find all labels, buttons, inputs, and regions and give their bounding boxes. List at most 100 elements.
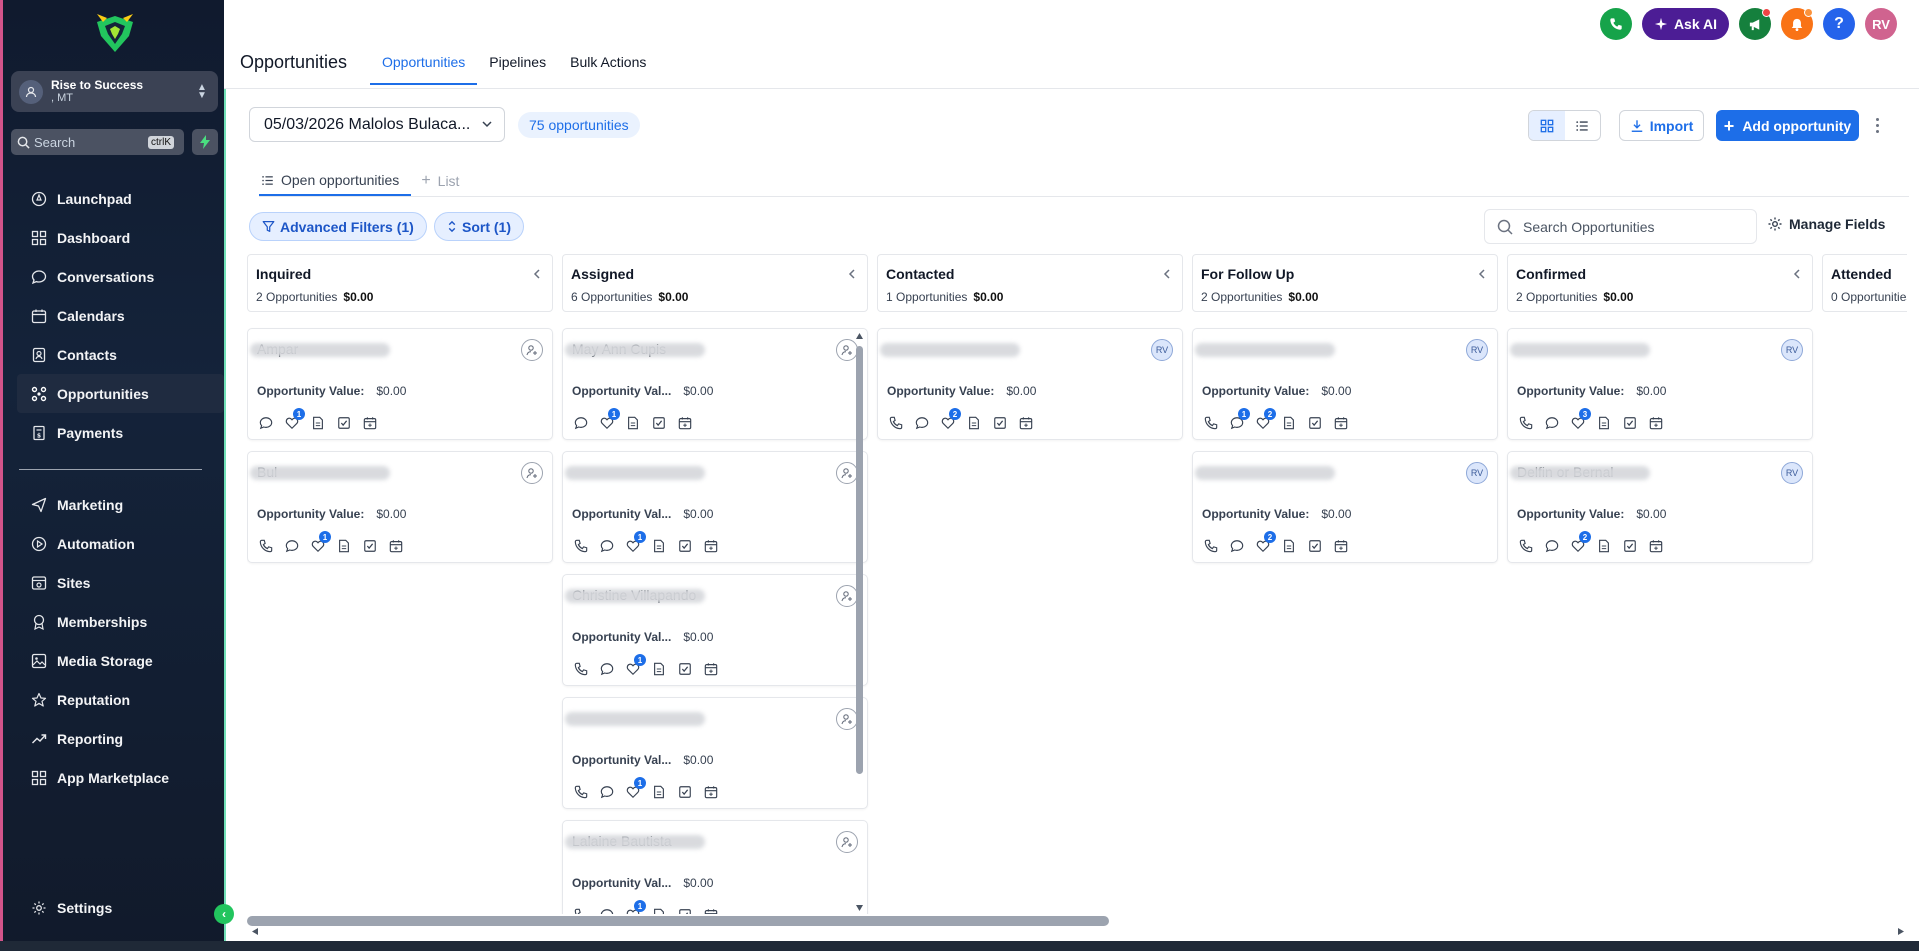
subtab-open-opportunities[interactable]: Open opportunities bbox=[259, 166, 412, 196]
document-icon[interactable] bbox=[650, 906, 668, 914]
chat-icon[interactable] bbox=[598, 660, 616, 678]
opportunity-search-input[interactable] bbox=[1523, 218, 1743, 235]
chevron-left-icon[interactable] bbox=[1477, 268, 1487, 280]
chat-icon[interactable] bbox=[913, 414, 931, 432]
heart-icon[interactable]: 1 bbox=[624, 531, 646, 555]
chat-icon[interactable] bbox=[257, 414, 275, 432]
owner-avatar[interactable]: RV bbox=[1781, 462, 1803, 484]
heart-icon[interactable]: 1 bbox=[624, 654, 646, 678]
quick-action-button[interactable] bbox=[192, 129, 218, 155]
advanced-filters-button[interactable]: Advanced Filters (1) bbox=[249, 212, 427, 241]
task-icon[interactable] bbox=[676, 783, 694, 801]
document-icon[interactable] bbox=[1595, 537, 1613, 555]
chat-icon[interactable] bbox=[598, 906, 616, 914]
account-switcher[interactable]: Rise to Success , MT ▲ ▼ bbox=[11, 71, 218, 112]
document-icon[interactable] bbox=[650, 537, 668, 555]
task-icon[interactable] bbox=[1621, 537, 1639, 555]
sidebar-item-launchpad[interactable]: Launchpad bbox=[17, 179, 224, 218]
task-icon[interactable] bbox=[676, 537, 694, 555]
opportunity-card[interactable]: RV Opportunity Value: $0.00 1 2 bbox=[1192, 328, 1498, 440]
tab-opportunities[interactable]: Opportunities bbox=[370, 44, 478, 85]
board-view-button[interactable] bbox=[1529, 111, 1565, 140]
sidebar-item-reputation[interactable]: Reputation bbox=[17, 680, 224, 719]
phone-icon[interactable] bbox=[1202, 537, 1220, 555]
assign-owner-button[interactable] bbox=[521, 339, 543, 361]
import-button[interactable]: Import bbox=[1619, 110, 1704, 141]
owner-avatar[interactable]: RV bbox=[1466, 339, 1488, 361]
opportunity-search[interactable] bbox=[1484, 209, 1757, 244]
calendar-add-icon[interactable] bbox=[361, 414, 379, 432]
sidebar-item-sites[interactable]: Sites bbox=[17, 563, 224, 602]
opportunity-card[interactable]: RV Opportunity Value: $0.00 3 bbox=[1507, 328, 1813, 440]
column-scrollbar-thumb[interactable] bbox=[856, 346, 863, 774]
calendar-add-icon[interactable] bbox=[702, 537, 720, 555]
task-icon[interactable] bbox=[650, 414, 668, 432]
document-icon[interactable] bbox=[309, 414, 327, 432]
opportunity-card[interactable]: Lalaine BautistaOpportunity Val...$0.001 bbox=[562, 820, 868, 914]
heart-icon[interactable]: 1 bbox=[283, 408, 305, 432]
task-icon[interactable] bbox=[361, 537, 379, 555]
heart-icon[interactable]: 1 bbox=[309, 531, 331, 555]
chat-icon[interactable] bbox=[598, 537, 616, 555]
document-icon[interactable] bbox=[650, 783, 668, 801]
calendar-add-icon[interactable] bbox=[1332, 537, 1350, 555]
owner-avatar[interactable]: RV bbox=[1781, 339, 1803, 361]
opportunity-card[interactable]: AmparOpportunity Value:$0.001 bbox=[247, 328, 553, 440]
opportunity-card[interactable]: Christine VillapandoOpportunity Val...$0… bbox=[562, 574, 868, 686]
heart-icon[interactable]: 1 bbox=[598, 408, 620, 432]
heart-icon[interactable]: 2 bbox=[1254, 408, 1276, 432]
phone-button[interactable] bbox=[1599, 8, 1632, 40]
chevron-left-icon[interactable] bbox=[532, 268, 542, 280]
user-avatar[interactable]: RV bbox=[1865, 8, 1897, 40]
sidebar-item-media-storage[interactable]: Media Storage bbox=[17, 641, 224, 680]
phone-icon[interactable] bbox=[572, 660, 590, 678]
assign-owner-button[interactable] bbox=[521, 462, 543, 484]
calendar-add-icon[interactable] bbox=[702, 783, 720, 801]
sidebar-item-automation[interactable]: Automation bbox=[17, 524, 224, 563]
pipeline-select[interactable]: 05/03/2026 Malolos Bulaca... bbox=[249, 107, 505, 142]
sidebar-item-calendars[interactable]: Calendars bbox=[17, 296, 224, 335]
chat-icon[interactable] bbox=[572, 414, 590, 432]
tab-pipelines[interactable]: Pipelines bbox=[477, 44, 558, 85]
sort-button[interactable]: Sort (1) bbox=[434, 212, 524, 241]
column-scrollbar[interactable] bbox=[855, 330, 864, 912]
chat-icon[interactable] bbox=[1543, 414, 1561, 432]
opportunity-card[interactable]: May Ann CupisOpportunity Val...$0.001 bbox=[562, 328, 868, 440]
chat-icon[interactable] bbox=[1228, 537, 1246, 555]
heart-icon[interactable]: 2 bbox=[1569, 531, 1591, 555]
task-icon[interactable] bbox=[1306, 537, 1324, 555]
owner-avatar[interactable]: RV bbox=[1466, 462, 1488, 484]
chevron-left-icon[interactable] bbox=[1792, 268, 1802, 280]
calendar-add-icon[interactable] bbox=[1017, 414, 1035, 432]
sidebar-search[interactable]: ctrlK bbox=[11, 129, 184, 155]
document-icon[interactable] bbox=[965, 414, 983, 432]
calendar-add-icon[interactable] bbox=[702, 906, 720, 914]
task-icon[interactable] bbox=[991, 414, 1009, 432]
help-button[interactable]: ? bbox=[1823, 8, 1855, 40]
sidebar-item-memberships[interactable]: Memberships bbox=[17, 602, 224, 641]
heart-icon[interactable]: 2 bbox=[1254, 531, 1276, 555]
phone-icon[interactable] bbox=[572, 537, 590, 555]
phone-icon[interactable] bbox=[257, 537, 275, 555]
document-icon[interactable] bbox=[650, 660, 668, 678]
document-icon[interactable] bbox=[335, 537, 353, 555]
phone-icon[interactable] bbox=[887, 414, 905, 432]
document-icon[interactable] bbox=[1280, 414, 1298, 432]
sidebar-item-opportunities[interactable]: Opportunities bbox=[17, 374, 224, 413]
task-icon[interactable] bbox=[335, 414, 353, 432]
manage-fields-button[interactable]: Manage Fields bbox=[1767, 216, 1885, 232]
notifications-button[interactable] bbox=[1781, 8, 1813, 40]
document-icon[interactable] bbox=[624, 414, 642, 432]
sidebar-item-dashboard[interactable]: Dashboard bbox=[17, 218, 224, 257]
phone-icon[interactable] bbox=[1202, 414, 1220, 432]
task-icon[interactable] bbox=[1306, 414, 1324, 432]
board-scrollbar[interactable] bbox=[247, 914, 1907, 936]
document-icon[interactable] bbox=[1595, 414, 1613, 432]
chevron-left-icon[interactable] bbox=[1162, 268, 1172, 280]
heart-icon[interactable]: 3 bbox=[1569, 408, 1591, 432]
sidebar-search-input[interactable] bbox=[34, 134, 146, 150]
phone-icon[interactable] bbox=[1517, 414, 1535, 432]
opportunity-card[interactable]: RV Opportunity Value: $0.00 2 bbox=[1192, 451, 1498, 563]
opportunity-card[interactable]: Opportunity Val... $0.00 1 bbox=[562, 451, 868, 563]
sidebar-item-conversations[interactable]: Conversations bbox=[17, 257, 224, 296]
